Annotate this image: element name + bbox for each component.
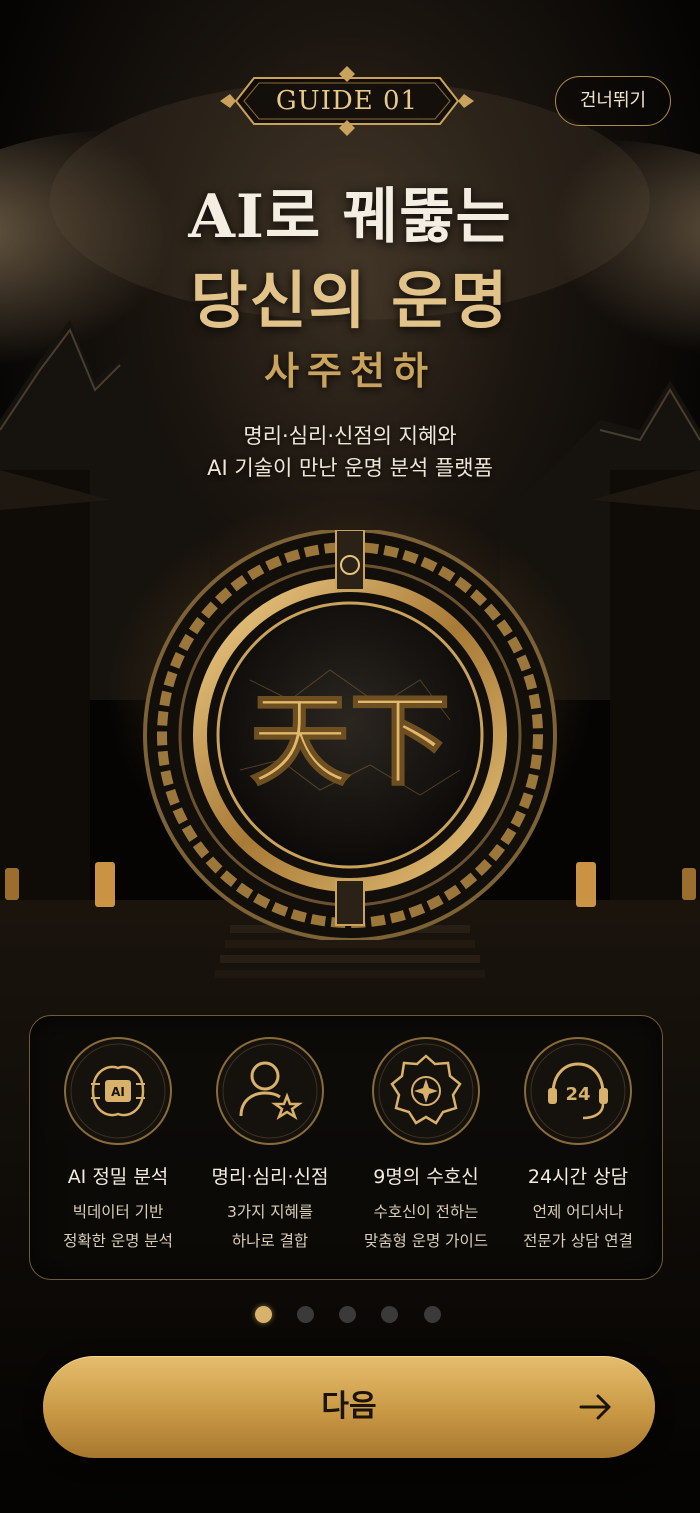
svg-text:24: 24: [565, 1084, 590, 1105]
feature-title: 명리·심리·신점: [211, 1166, 329, 1188]
feature-desc: 수호신이 전하는: [373, 1203, 479, 1221]
page-dot[interactable]: [424, 1306, 441, 1323]
brand-name: 사주천하: [264, 348, 436, 393]
guide-label: GUIDE 01: [275, 86, 419, 116]
guardian-emblem-icon: [372, 1037, 480, 1145]
feature-desc: 하나로 결합: [231, 1232, 309, 1250]
hero-subtitle-line2: AI 기술이 만난 운명 분석 플랫폼: [207, 456, 493, 480]
person-star-icon: [216, 1037, 324, 1145]
pagination-dots: [0, 1306, 700, 1326]
feature-title: AI 정밀 분석: [67, 1166, 169, 1188]
feature-desc: 맞춤형 운명 가이드: [364, 1232, 488, 1250]
next-button[interactable]: 다음: [43, 1356, 655, 1458]
gate-characters: 天下: [250, 681, 450, 799]
feature-desc: 언제 어디서나: [532, 1203, 624, 1221]
guide-badge: GUIDE 01: [218, 64, 476, 138]
feature-card: AI AI 정밀 분석 빅데이터 기반 정확한 운명 분석 명리·심리·신점 3…: [29, 1015, 663, 1280]
feature-desc: 빅데이터 기반: [72, 1203, 164, 1221]
hero-title-line2: 당신의 운명: [190, 264, 510, 337]
hero-subtitle-line1: 명리·심리·신점의 지혜와: [243, 424, 457, 448]
page-dot[interactable]: [339, 1306, 356, 1323]
page-dot[interactable]: [297, 1306, 314, 1323]
gate-emblem: 天下: [143, 530, 557, 940]
page-dot[interactable]: [255, 1306, 272, 1323]
ai-brain-icon: AI: [64, 1037, 172, 1145]
hero-title-line1: AI로 꿰뚫는: [188, 182, 512, 252]
next-label: 다음: [321, 1389, 377, 1424]
feature-desc: 전문가 상담 연결: [523, 1232, 633, 1250]
feature-desc: 정확한 운명 분석: [63, 1232, 173, 1250]
feature-desc: 3가지 지혜를: [226, 1203, 314, 1221]
skip-button[interactable]: 건너뛰기: [555, 76, 671, 126]
headset-24-icon: 24: [524, 1037, 632, 1145]
page-dot[interactable]: [381, 1306, 398, 1323]
arrow-right-icon: [579, 1394, 611, 1420]
svg-text:AI: AI: [111, 1085, 125, 1099]
feature-title: 24시간 상담: [527, 1166, 629, 1188]
feature-title: 9명의 수호신: [373, 1166, 479, 1188]
